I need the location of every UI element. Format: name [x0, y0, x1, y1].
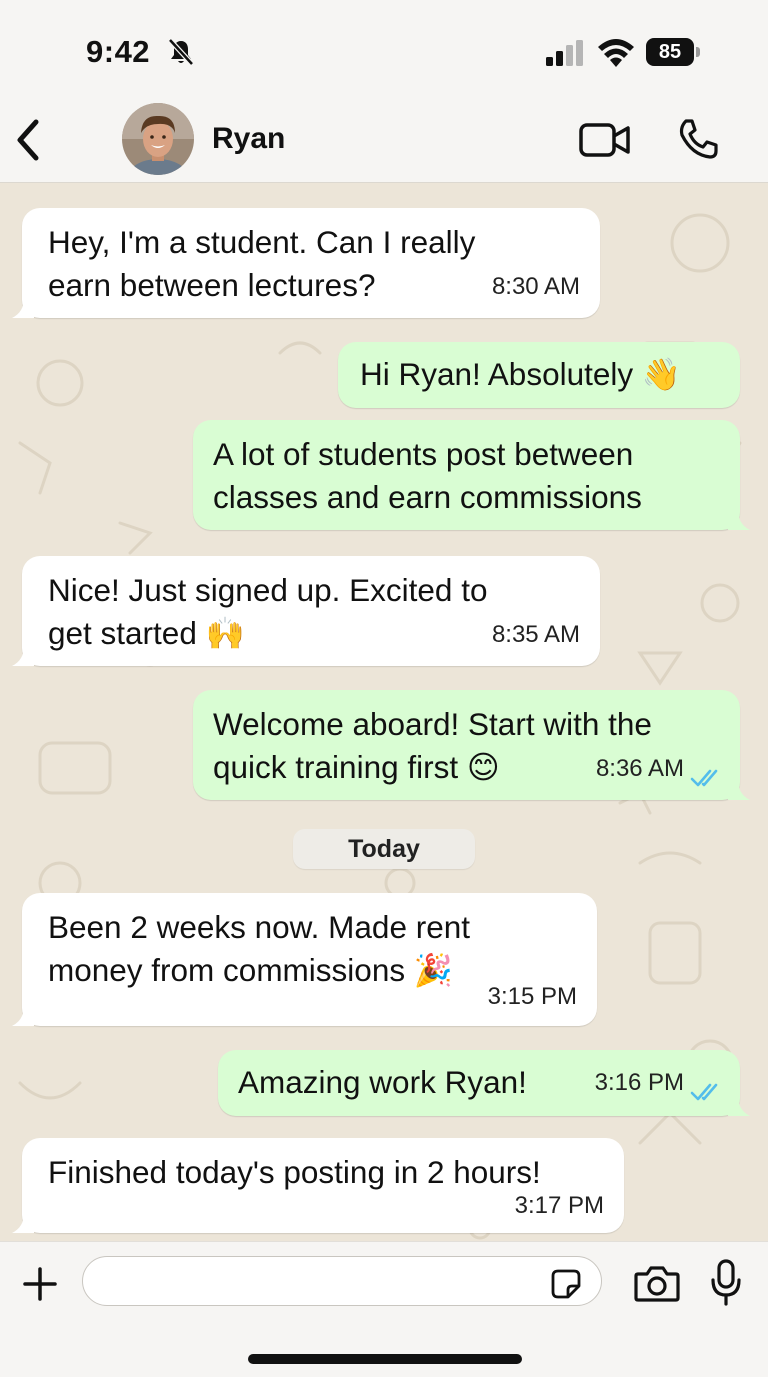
chat-header: Ryan: [0, 100, 768, 183]
message-text: A lot of students post between classes a…: [213, 436, 642, 515]
bell-off-icon: [168, 38, 194, 66]
message-bubble-incoming[interactable]: Finished today's posting in 2 hours! 3:1…: [12, 1138, 624, 1233]
message-text: Been 2 weeks now. Made rent money from c…: [48, 909, 471, 988]
message-bubble-incoming[interactable]: Been 2 weeks now. Made rent money from c…: [12, 893, 597, 1026]
message-bubble-incoming[interactable]: Hey, I'm a student. Can I really earn be…: [12, 208, 600, 318]
message-bubble-outgoing[interactable]: Hi Ryan! Absolutely 👋: [338, 342, 740, 408]
signal-icon: [546, 40, 583, 66]
message-time: 3:17 PM: [514, 1192, 604, 1219]
video-icon[interactable]: [578, 120, 632, 160]
battery-level: 85: [646, 38, 694, 66]
message-bubble-outgoing[interactable]: Amazing work Ryan! 3:16 PM: [218, 1050, 750, 1116]
date-separator: Today: [293, 829, 475, 869]
message-bubble-outgoing[interactable]: A lot of students post between classes a…: [193, 420, 750, 530]
sticker-icon[interactable]: [550, 1268, 582, 1300]
message-time: 8:35 AM: [491, 621, 580, 648]
message-text: Amazing work Ryan!: [238, 1064, 527, 1100]
message-time: 3:15 PM: [487, 983, 577, 1010]
chat-area[interactable]: Hey, I'm a student. Can I really earn be…: [0, 183, 768, 1241]
message-text: Hi Ryan! Absolutely 👋: [360, 356, 682, 392]
message-text: Nice! Just signed up. Excited to get sta…: [48, 572, 488, 651]
message-bubble-outgoing[interactable]: Welcome aboard! Start with the quick tra…: [193, 690, 750, 800]
message-input[interactable]: [82, 1256, 602, 1306]
home-indicator: [248, 1354, 522, 1364]
message-time: 8:30 AM: [491, 273, 580, 300]
avatar[interactable]: [122, 103, 194, 175]
chevron-left-icon[interactable]: [12, 116, 46, 164]
message-text: Hey, I'm a student. Can I really earn be…: [48, 224, 476, 303]
message-bubble-incoming[interactable]: Nice! Just signed up. Excited to get sta…: [12, 556, 600, 666]
mic-icon[interactable]: [708, 1258, 744, 1308]
message-time: 8:36 AM: [595, 755, 684, 782]
contact-name[interactable]: Ryan: [212, 122, 285, 156]
input-bar: [0, 1241, 768, 1377]
message-text: Welcome aboard! Start with the quick tra…: [213, 706, 652, 785]
battery-icon: 85: [646, 38, 702, 66]
message-text: Finished today's posting in 2 hours!: [48, 1154, 541, 1190]
status-time: 9:42: [86, 34, 151, 69]
read-receipt-icon: [690, 769, 718, 787]
camera-icon[interactable]: [634, 1264, 680, 1304]
phone-icon[interactable]: [676, 117, 720, 161]
read-receipt-icon: [690, 1083, 718, 1101]
wifi-icon: [598, 39, 634, 67]
plus-icon[interactable]: [22, 1266, 58, 1302]
status-bar: 9:42 85: [0, 0, 768, 100]
message-time: 3:16 PM: [594, 1069, 684, 1096]
